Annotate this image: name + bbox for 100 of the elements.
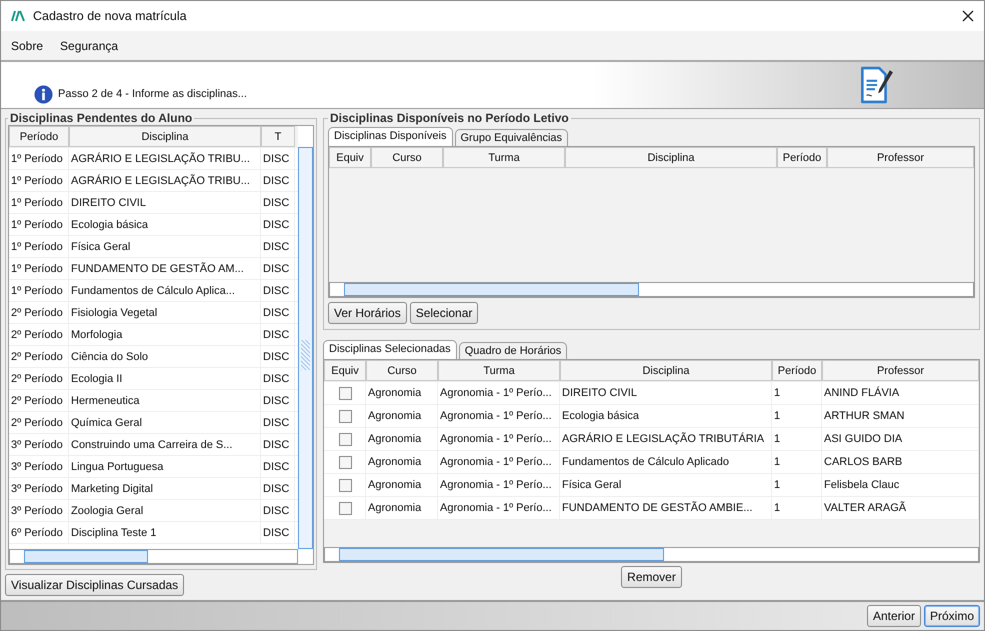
- window-title: Cadastro de nova matrícula: [33, 9, 188, 23]
- table-cell: 1: [772, 497, 822, 519]
- table-cell: FUNDAMENTO DE GESTÃO AMBIE...: [560, 497, 772, 519]
- column-header[interactable]: Disciplina: [69, 126, 261, 147]
- checkbox[interactable]: [339, 502, 352, 514]
- table-cell: DISC: [261, 192, 295, 213]
- table-cell: Ecologia II: [69, 368, 261, 389]
- table-cell: 2º Período: [9, 346, 69, 367]
- column-header[interactable]: Curso: [371, 147, 443, 168]
- menu-item[interactable]: Segurança: [60, 38, 118, 52]
- table-cell: ARTHUR SMAN: [822, 405, 979, 427]
- table-cell: DISC: [261, 258, 295, 279]
- table-cell: Agronomia: [366, 382, 438, 404]
- close-icon[interactable]: [962, 10, 974, 22]
- table-cell: 1º Período: [9, 214, 69, 235]
- view-courses-button[interactable]: Visualizar Disciplinas Cursadas: [5, 574, 184, 596]
- step-text: Passo 2 de 4 - Informe as disciplinas...: [58, 88, 247, 100]
- table-cell: Agronomia - 1º Perío...: [438, 451, 560, 473]
- checkbox[interactable]: [339, 410, 352, 422]
- tab[interactable]: Disciplinas Selecionadas: [323, 340, 457, 359]
- table-cell: Ecologia básica: [560, 405, 772, 427]
- table-cell: AGRÁRIO E LEGISLAÇÃO TRIBU...: [69, 148, 261, 169]
- table-cell: CARLOS BARB: [822, 451, 979, 473]
- table-cell: DISC: [261, 478, 295, 499]
- table-cell: ASI GUIDO DIA: [822, 428, 979, 450]
- table-cell: DISC: [261, 148, 295, 169]
- table-cell: 2º Período: [9, 368, 69, 389]
- app-logo-icon: [11, 10, 25, 22]
- group-title: Disciplinas Pendentes do Aluno: [9, 111, 194, 125]
- table-cell: Fundamentos de Cálculo Aplicado: [560, 451, 772, 473]
- table-cell: 2º Período: [9, 324, 69, 345]
- column-header[interactable]: Período: [9, 126, 69, 147]
- column-header[interactable]: Período: [772, 360, 822, 381]
- horizontal-scrollbar[interactable]: [9, 549, 298, 564]
- column-header[interactable]: Disciplina: [565, 147, 777, 168]
- checkbox[interactable]: [339, 432, 352, 446]
- column-header[interactable]: Curso: [366, 360, 438, 381]
- table-cell: 3º Período: [9, 434, 69, 455]
- table-cell: DISC: [261, 214, 295, 235]
- column-header[interactable]: Equiv: [329, 147, 371, 168]
- table-cell: Construindo uma Carreira de S...: [69, 434, 261, 455]
- table-cell: DISC: [261, 368, 295, 389]
- checkbox[interactable]: [339, 478, 352, 492]
- table-cell: 1º Período: [9, 192, 69, 213]
- table-cell: FUNDAMENTO DE GESTÃO AM...: [69, 258, 261, 279]
- checkbox[interactable]: [339, 456, 352, 468]
- table-cell: Zoologia Geral: [69, 500, 261, 521]
- table-cell: DISC: [261, 302, 295, 323]
- action-button[interactable]: Selecionar: [410, 302, 478, 324]
- column-header[interactable]: Equiv: [324, 360, 366, 381]
- table-cell: DISC: [261, 324, 295, 345]
- table-cell: DISC: [261, 346, 295, 367]
- tab[interactable]: Disciplinas Disponíveis: [328, 127, 452, 146]
- column-header[interactable]: Professor: [822, 360, 979, 381]
- table-cell: Agronomia - 1º Perío...: [438, 428, 560, 450]
- table-cell: 3º Período: [9, 478, 69, 499]
- table-cell: 1º Período: [9, 258, 69, 279]
- column-header[interactable]: Professor: [827, 147, 974, 168]
- table-cell: DISC: [261, 522, 295, 543]
- table-cell: DISC: [261, 500, 295, 521]
- table-cell: 2º Período: [9, 302, 69, 323]
- table-cell: DISC: [261, 280, 295, 301]
- info-icon: [34, 84, 53, 104]
- table-cell: Lingua Portuguesa: [69, 456, 261, 477]
- column-header[interactable]: Turma: [443, 147, 565, 168]
- column-header[interactable]: Período: [777, 147, 827, 168]
- table-cell: AGRÁRIO E LEGISLAÇÃO TRIBUTÁRIA: [560, 428, 772, 450]
- table-cell: Física Geral: [560, 474, 772, 496]
- table-cell: Agronomia: [366, 428, 438, 450]
- nav-button[interactable]: Próximo: [924, 605, 980, 627]
- table-cell: Agronomia: [366, 474, 438, 496]
- table-cell: Agronomia: [366, 451, 438, 473]
- table-cell: Fisiologia Vegetal: [69, 302, 261, 323]
- table-cell: Agronomia: [366, 497, 438, 519]
- checkbox[interactable]: [339, 386, 352, 400]
- horizontal-scrollbar[interactable]: [329, 282, 974, 297]
- column-header[interactable]: T: [261, 126, 295, 147]
- table-cell: Química Geral: [69, 412, 261, 433]
- table-cell: 1º Período: [9, 148, 69, 169]
- nav-button[interactable]: Anterior: [866, 605, 921, 627]
- table-cell: Agronomia - 1º Perío...: [438, 497, 560, 519]
- vertical-scrollbar[interactable]: [298, 147, 313, 549]
- table-cell: Marketing Digital: [69, 478, 261, 499]
- horizontal-scrollbar[interactable]: [324, 547, 979, 562]
- menu-item[interactable]: Sobre: [11, 38, 44, 52]
- column-header[interactable]: Disciplina: [560, 360, 772, 381]
- table-cell: DISC: [261, 412, 295, 433]
- table-cell: 2º Período: [9, 390, 69, 411]
- table-cell: DISC: [261, 390, 295, 411]
- remove-button[interactable]: Remover: [621, 566, 682, 588]
- table-cell: DISC: [261, 456, 295, 477]
- table-cell: DIREITO CIVIL: [560, 382, 772, 404]
- table-cell: DISC: [261, 170, 295, 191]
- table-cell: Agronomia - 1º Perío...: [438, 405, 560, 427]
- table-cell: 6º Período: [9, 522, 69, 543]
- tab[interactable]: Quadro de Horários: [458, 342, 568, 359]
- action-button[interactable]: Ver Horários: [328, 302, 407, 324]
- table-cell: DISC: [261, 236, 295, 257]
- tab[interactable]: Grupo Equivalências: [454, 129, 568, 146]
- column-header[interactable]: Turma: [438, 360, 560, 381]
